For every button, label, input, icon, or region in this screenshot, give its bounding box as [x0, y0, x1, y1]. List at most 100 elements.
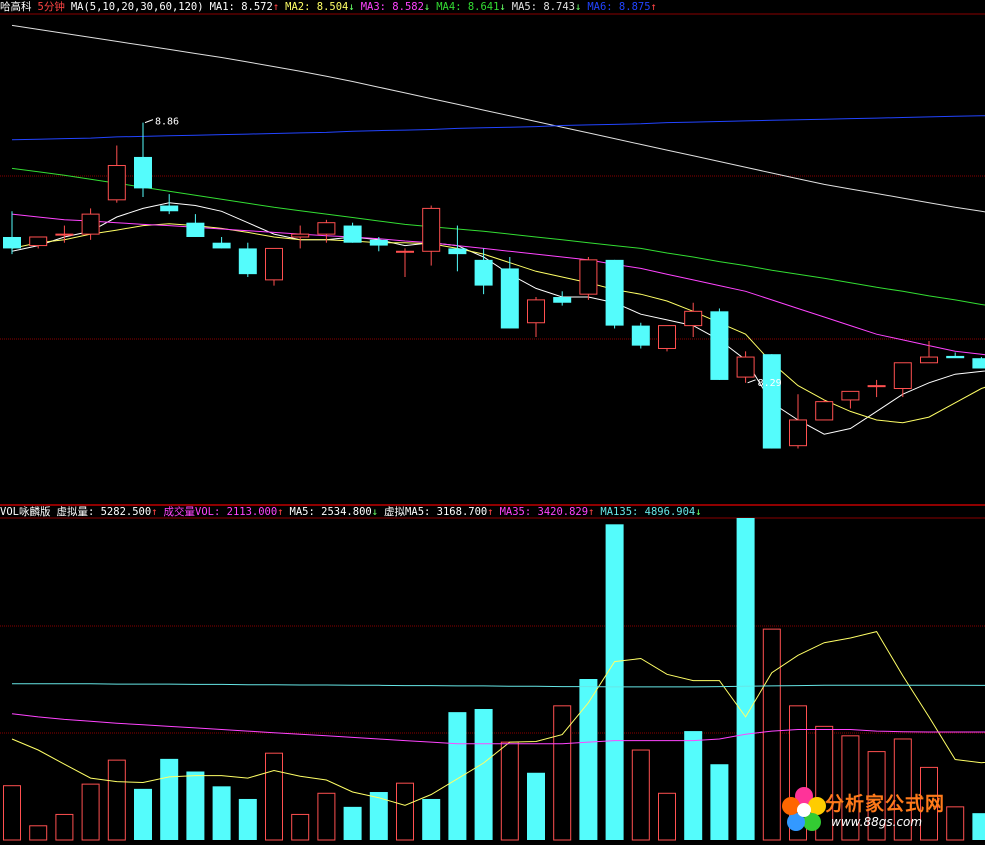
- candle-body-up: [867, 385, 886, 388]
- vol-value-text: 虚拟量: 5282.500: [56, 506, 152, 518]
- volume-bar-up: [553, 705, 572, 841]
- vol-ma-line-ma5: [11, 631, 985, 806]
- candle-body-down: [631, 325, 650, 346]
- volume-bar-up: [631, 749, 650, 841]
- arrow-up-icon: ↑: [151, 506, 158, 518]
- candle-body-up: [291, 233, 310, 238]
- volume-bar-up: [291, 813, 310, 841]
- candle-body-down: [134, 156, 152, 189]
- candle-body-down: [369, 239, 388, 246]
- candle-body-down: [448, 248, 467, 255]
- arrow-up-icon: ↑: [277, 506, 284, 518]
- candle-body-down: [186, 222, 205, 237]
- candle-body-down: [3, 236, 21, 249]
- volume-bar-down: [736, 518, 755, 840]
- vol-value-2: 成交量VOL: 2113.000↑: [164, 506, 284, 518]
- candle-body-down: [762, 354, 781, 449]
- volume-bar-down: [422, 798, 441, 840]
- candle-body-down: [972, 358, 985, 369]
- vol-value-1: 虚拟量: 5282.500↑: [56, 506, 157, 518]
- arrow-up-icon: ↑: [487, 506, 494, 518]
- watermark-logo: 分析家公式网 www.88gs.com: [779, 783, 979, 839]
- candle-body-up: [422, 207, 441, 252]
- vol-value-text: MA5: 2534.800: [289, 506, 372, 518]
- volume-bar-up: [762, 628, 781, 841]
- candle-body-up: [396, 250, 414, 253]
- candle-body-up: [684, 310, 703, 327]
- volume-bar-up: [396, 782, 414, 841]
- arrow-down-icon: ↓: [371, 506, 379, 518]
- arrow-down-icon: ↓: [695, 506, 702, 518]
- candle-body-up: [893, 362, 912, 390]
- candle-body-up: [317, 222, 336, 235]
- candle-body-down: [238, 248, 257, 275]
- vol-value-3: MA5: 2534.800↓: [290, 506, 379, 518]
- candle-body-up: [527, 299, 545, 324]
- vol-value-text: 虚拟MA5: 3168.700: [384, 506, 488, 518]
- annotation-arrow: [144, 119, 154, 124]
- volume-bar-down: [186, 771, 205, 840]
- candle-body-down: [946, 355, 965, 359]
- volume-panel-header: VOL咏麟版 虚拟量: 5282.500↑ 成交量VOL: 2113.000↑ MA5…: [0, 505, 708, 519]
- volume-bar-up: [500, 741, 519, 841]
- candle-body-down: [553, 297, 572, 303]
- candle-body-up: [81, 213, 100, 235]
- candle-body-up: [265, 247, 283, 281]
- volume-bar-down: [684, 731, 703, 840]
- candle-body-down: [212, 242, 231, 249]
- vol-ma-line-ma35: [11, 713, 985, 745]
- candle-body-up: [736, 356, 755, 378]
- candle-body-up: [841, 390, 860, 401]
- volume-bar-down: [134, 788, 152, 840]
- volume-bar-down: [448, 712, 467, 840]
- candle-body-down: [343, 225, 362, 243]
- price-annotation: 8.86: [155, 117, 179, 128]
- ma-line-ma2: [11, 223, 985, 424]
- ma-line-ma1: [11, 202, 985, 435]
- vol-value-text: MA35: 3420.829: [499, 506, 589, 518]
- candle-body-up: [107, 165, 126, 201]
- ma-line-ma4: [11, 167, 985, 306]
- watermark-url: www.88gs.com: [831, 815, 923, 829]
- volume-bar-up: [55, 813, 74, 841]
- candle-body-down: [474, 259, 493, 286]
- vol-value-5: MA35: 3420.829↑: [500, 506, 595, 518]
- arrow-up-icon: ↑: [588, 506, 595, 518]
- volume-bar-up: [81, 783, 100, 841]
- volume-bar-down: [160, 758, 179, 840]
- watermark-title: 分析家公式网: [825, 793, 946, 815]
- vol-value-4: 虚拟MA5: 3168.700↑: [384, 506, 494, 518]
- candle-body-up: [789, 419, 807, 447]
- vol-ma-line-ma135: [12, 683, 985, 688]
- volume-bar-up: [29, 825, 48, 841]
- volume-bar-down: [605, 524, 624, 840]
- vol-value-6: MA135: 4896.904↓: [600, 506, 701, 518]
- flower-icon: [782, 787, 826, 831]
- volume-bar-up: [3, 785, 21, 841]
- candle-body-down: [160, 205, 179, 212]
- vol-value-text: 成交量VOL: 2113.000: [163, 506, 278, 518]
- candle-body-up: [658, 325, 676, 349]
- price-annotation: 8.29: [758, 378, 782, 389]
- candle-body-down: [500, 268, 519, 329]
- volume-bar-up: [658, 792, 676, 841]
- volume-bar-down: [710, 764, 729, 840]
- volume-bar-down: [343, 806, 362, 840]
- volume-bar-down: [212, 786, 231, 840]
- candle-body-up: [815, 401, 834, 421]
- volume-bar-up: [265, 752, 283, 841]
- candle-body-up: [29, 236, 48, 247]
- vol-value-text: MA135: 4896.904: [600, 506, 696, 518]
- price-chart: 8.86 8.29: [0, 13, 985, 841]
- candle-body-down: [605, 259, 624, 326]
- ma-line-ma3: [11, 213, 985, 356]
- volume-bar-down: [474, 708, 493, 840]
- indicator-name: VOL咏麟版: [0, 506, 51, 518]
- volume-bar-down: [238, 798, 257, 840]
- annotation-arrow: [747, 379, 756, 384]
- volume-bar-down: [527, 772, 545, 840]
- candle-body-up: [920, 356, 938, 364]
- candle-body-down: [710, 311, 729, 380]
- candle-body-up: [55, 233, 74, 236]
- candle-body-up: [579, 259, 598, 295]
